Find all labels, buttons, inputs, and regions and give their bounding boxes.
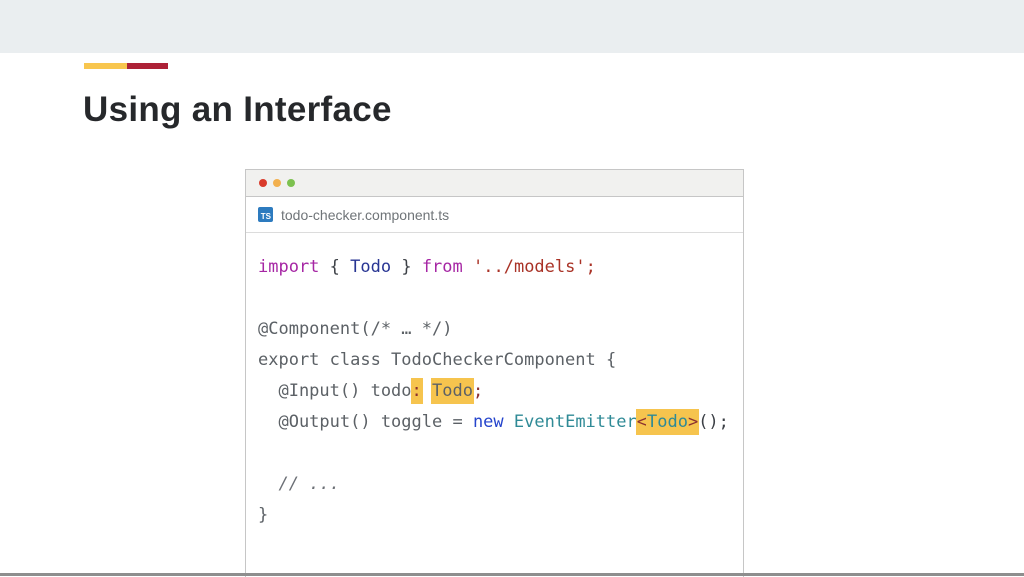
- code-token: }: [391, 257, 422, 277]
- accent-yellow-segment: [84, 63, 127, 69]
- code-line: @Output() toggle = new EventEmitter<Todo…: [258, 407, 743, 438]
- code-line: @Input() todo: Todo;: [258, 376, 743, 407]
- code-token: from: [421, 257, 463, 277]
- accent-red-segment: [127, 63, 168, 69]
- code-token: ();: [698, 412, 729, 432]
- top-bar: [0, 0, 1024, 53]
- window-titlebar: [246, 170, 743, 197]
- highlighted-token: Todo: [645, 409, 689, 435]
- code-line: // ...: [258, 469, 743, 500]
- code-token: }: [258, 505, 269, 525]
- title-accent-bar: [84, 63, 168, 69]
- code-token: Todo: [350, 257, 392, 277]
- code-area: import { Todo } from '../models'; @Compon…: [246, 233, 743, 531]
- close-dot-icon: [259, 179, 267, 187]
- code-editor-window: TS todo-checker.component.ts import { To…: [245, 169, 744, 577]
- code-line: export class TodoCheckerComponent {: [258, 345, 743, 376]
- file-tab-bar: TS todo-checker.component.ts: [246, 197, 743, 233]
- code-token: '../models': [473, 257, 586, 277]
- code-token: @Output() toggle =: [258, 412, 473, 432]
- code-line: @Component(/* … */): [258, 314, 743, 345]
- code-token: import: [258, 257, 320, 277]
- highlighted-token: Todo: [431, 378, 474, 404]
- minimize-dot-icon: [273, 179, 281, 187]
- code-token: @Component(/* … */): [258, 319, 453, 339]
- code-token: ;: [472, 381, 484, 401]
- zoom-dot-icon: [287, 179, 295, 187]
- code-token: export class TodoCheckerComponent {: [258, 350, 617, 370]
- filename-label: todo-checker.component.ts: [281, 206, 450, 223]
- code-token: ;: [585, 257, 596, 277]
- slide-title: Using an Interface: [83, 90, 392, 129]
- code-token: // ...: [258, 474, 340, 494]
- code-token: EventEmitter: [513, 412, 637, 432]
- code-line: import { Todo } from '../models';: [258, 252, 743, 283]
- code-line: }: [258, 500, 743, 531]
- typescript-file-icon: TS: [258, 207, 273, 222]
- code-token: @Input() todo: [258, 381, 412, 401]
- code-token: {: [319, 257, 351, 277]
- code-token: new: [472, 412, 504, 432]
